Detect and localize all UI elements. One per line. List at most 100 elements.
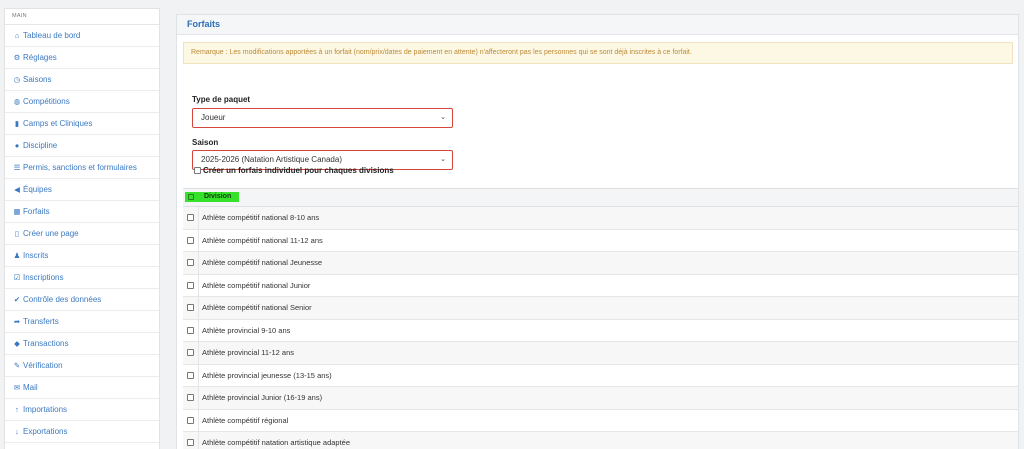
- sidebar-item-camps-et-cliniques[interactable]: ▮ Camps et Cliniques: [5, 113, 159, 135]
- globe-icon: ◍: [13, 97, 21, 106]
- sidebar-item-forfaits[interactable]: ▦ Forfaits: [5, 201, 159, 223]
- column-divider: [198, 364, 199, 386]
- sidebar-item-v-rification[interactable]: ✎ Vérification: [5, 355, 159, 377]
- division-name: Athlète compétitif natation artistique a…: [202, 438, 351, 447]
- table-row[interactable]: Athlète compétitif régional: [183, 409, 1018, 432]
- sidebar-item-label: Transferts: [23, 317, 59, 326]
- book-icon: ▮: [14, 119, 20, 128]
- table-header: Division: [183, 188, 1018, 207]
- info-icon: ●: [14, 141, 20, 150]
- forfaits-panel: Forfaits Remarque : Les modifications ap…: [176, 14, 1019, 449]
- sidebar-item-label: Saisons: [23, 75, 52, 84]
- division-checkbox[interactable]: [187, 214, 194, 221]
- table-row[interactable]: Athlète compétitif national Jeunesse: [183, 252, 1018, 275]
- sidebar-item-label: Mail: [23, 383, 38, 392]
- division-name: Athlète provincial jeunesse (13-15 ans): [202, 370, 332, 380]
- select-all-checkbox[interactable]: [188, 194, 194, 200]
- column-divider: [198, 252, 199, 274]
- envelope-icon: ✉: [13, 383, 21, 392]
- division-checkbox[interactable]: [187, 236, 194, 244]
- panel-title: Forfaits: [177, 15, 1018, 35]
- sidebar-heading: MAIN: [5, 9, 159, 25]
- package-type-label: Type de paquet: [192, 95, 251, 104]
- sidebar-item-label: Transactions: [23, 339, 69, 348]
- sidebar-item-cr-er-une-page[interactable]: ▯ Créer une page: [5, 223, 159, 245]
- division-checkbox[interactable]: [187, 371, 194, 379]
- package-type-value: Joueur: [201, 113, 226, 122]
- sidebar-item-label: Discipline: [23, 141, 58, 150]
- sidebar: MAIN ⌂ Tableau de bord ⚙ Réglages ◷ Saisons ◍ C…: [4, 8, 160, 449]
- pencil-icon: ✎: [13, 361, 21, 370]
- column-divider: [198, 409, 199, 431]
- sidebar-item-inscriptions[interactable]: ☑ Inscriptions: [5, 267, 159, 289]
- list-icon: ☰: [13, 163, 21, 172]
- sidebar-item-saisons[interactable]: ◷ Saisons: [5, 69, 159, 91]
- chevron-down-icon: ⌄: [440, 156, 446, 163]
- division-table: Division Athlète compétitif national 8-1…: [183, 188, 1018, 449]
- division-name: Athlète compétitif national Senior: [202, 303, 312, 312]
- sidebar-item-label: Camps et Cliniques: [23, 119, 93, 128]
- table-row[interactable]: Athlète compétitif national Senior: [183, 297, 1018, 320]
- package-type-select[interactable]: Joueur ⌄: [192, 108, 453, 128]
- sidebar-item-label: Inscrits: [23, 251, 49, 260]
- division-checkbox[interactable]: [187, 349, 194, 356]
- table-row[interactable]: Athlète compétitif national Junior: [183, 274, 1018, 297]
- sidebar-item-discipline[interactable]: ● Discipline: [5, 135, 159, 157]
- division-name: Athlète provincial Junior (16-19 ans): [202, 393, 323, 402]
- sidebar-item-label: Importations: [23, 405, 68, 414]
- division-checkbox[interactable]: [187, 416, 194, 424]
- sidebar-item-label: Forfaits: [23, 207, 50, 216]
- individual-forfait-checkbox[interactable]: [194, 167, 201, 174]
- division-name: Athlète compétitif national Junior: [202, 280, 311, 290]
- column-divider: [198, 207, 199, 229]
- sidebar-item-r-glages[interactable]: ⚙ Réglages: [5, 47, 159, 69]
- individual-forfait-option: Créer un forfais individuel pour chaques…: [194, 166, 394, 175]
- notice-alert: Remarque : Les modifications apportées à…: [183, 42, 1013, 64]
- division-checkbox[interactable]: [187, 259, 194, 266]
- sidebar-item--quipes[interactable]: ◀ Équipes: [5, 179, 159, 201]
- sidebar-item-label: Réglages: [23, 53, 57, 62]
- gear-icon: ⚙: [13, 53, 21, 62]
- sidebar-item-label: Équipes: [23, 185, 52, 194]
- sidebar-item-transferts[interactable]: ➦ Transferts: [5, 311, 159, 333]
- individual-forfait-label: Créer un forfais individuel pour chaques…: [203, 166, 394, 175]
- column-divider: [198, 297, 199, 319]
- sidebar-item-inscrits[interactable]: ♟ Inscrits: [5, 245, 159, 267]
- division-name: Athlète compétitif national 11-12 ans: [202, 235, 323, 245]
- sidebar-item-tableau-de-bord[interactable]: ⌂ Tableau de bord: [5, 25, 159, 47]
- sidebar-item-label: Compétitions: [23, 97, 70, 106]
- table-row[interactable]: Athlète provincial 11-12 ans: [183, 342, 1018, 365]
- arrow-up-icon: ↑: [15, 405, 19, 414]
- division-checkbox[interactable]: [187, 304, 194, 311]
- sidebar-item-label: Inscriptions: [23, 273, 64, 282]
- division-name: Athlète compétitif régional: [202, 415, 289, 425]
- table-row[interactable]: Athlète provincial Junior (16-19 ans): [183, 387, 1018, 410]
- division-checkbox[interactable]: [187, 439, 194, 446]
- sidebar-item-mail[interactable]: ✉ Mail: [5, 377, 159, 399]
- table-row[interactable]: Athlète provincial jeunesse (13-15 ans): [183, 364, 1018, 387]
- sidebar-item-permis-sanctions-et-formulaires[interactable]: ☰ Permis, sanctions et formulaires: [5, 157, 159, 179]
- sidebar-item-exportations[interactable]: ↓ Exportations: [5, 421, 159, 443]
- division-checkbox[interactable]: [187, 394, 194, 401]
- sidebar-item-transactions[interactable]: ◆ Transactions: [5, 333, 159, 355]
- sidebar-item-comp-titions[interactable]: ◍ Compétitions: [5, 91, 159, 113]
- division-checkbox[interactable]: [187, 326, 194, 334]
- arrow-down-icon: ↓: [15, 427, 19, 436]
- sidebar-item-label: Vérification: [23, 361, 63, 370]
- user-icon: ♟: [13, 251, 21, 260]
- table-row[interactable]: Athlète provincial 9-10 ans: [183, 319, 1018, 342]
- division-name: Athlète provincial 11-12 ans: [202, 348, 294, 357]
- sidebar-item-contr-le-des-donn-es[interactable]: ✔ Contrôle des données: [5, 289, 159, 311]
- table-row[interactable]: Athlète compétitif national 11-12 ans: [183, 229, 1018, 252]
- season-label: Saison: [192, 138, 219, 147]
- division-checkbox[interactable]: [187, 281, 194, 289]
- sidebar-item-importations[interactable]: ↑ Importations: [5, 399, 159, 421]
- table-row[interactable]: Athlète compétitif natation artistique a…: [183, 432, 1018, 449]
- division-header-label: Division: [204, 193, 232, 200]
- column-divider: [198, 274, 199, 296]
- table-row[interactable]: Athlète compétitif national 8-10 ans: [183, 207, 1018, 230]
- tags-icon: ◆: [14, 339, 20, 348]
- season-value: 2025-2026 (Natation Artistique Canada): [201, 155, 342, 164]
- column-divider: [198, 229, 199, 251]
- sidebar-item-label: Tableau de bord: [23, 31, 81, 40]
